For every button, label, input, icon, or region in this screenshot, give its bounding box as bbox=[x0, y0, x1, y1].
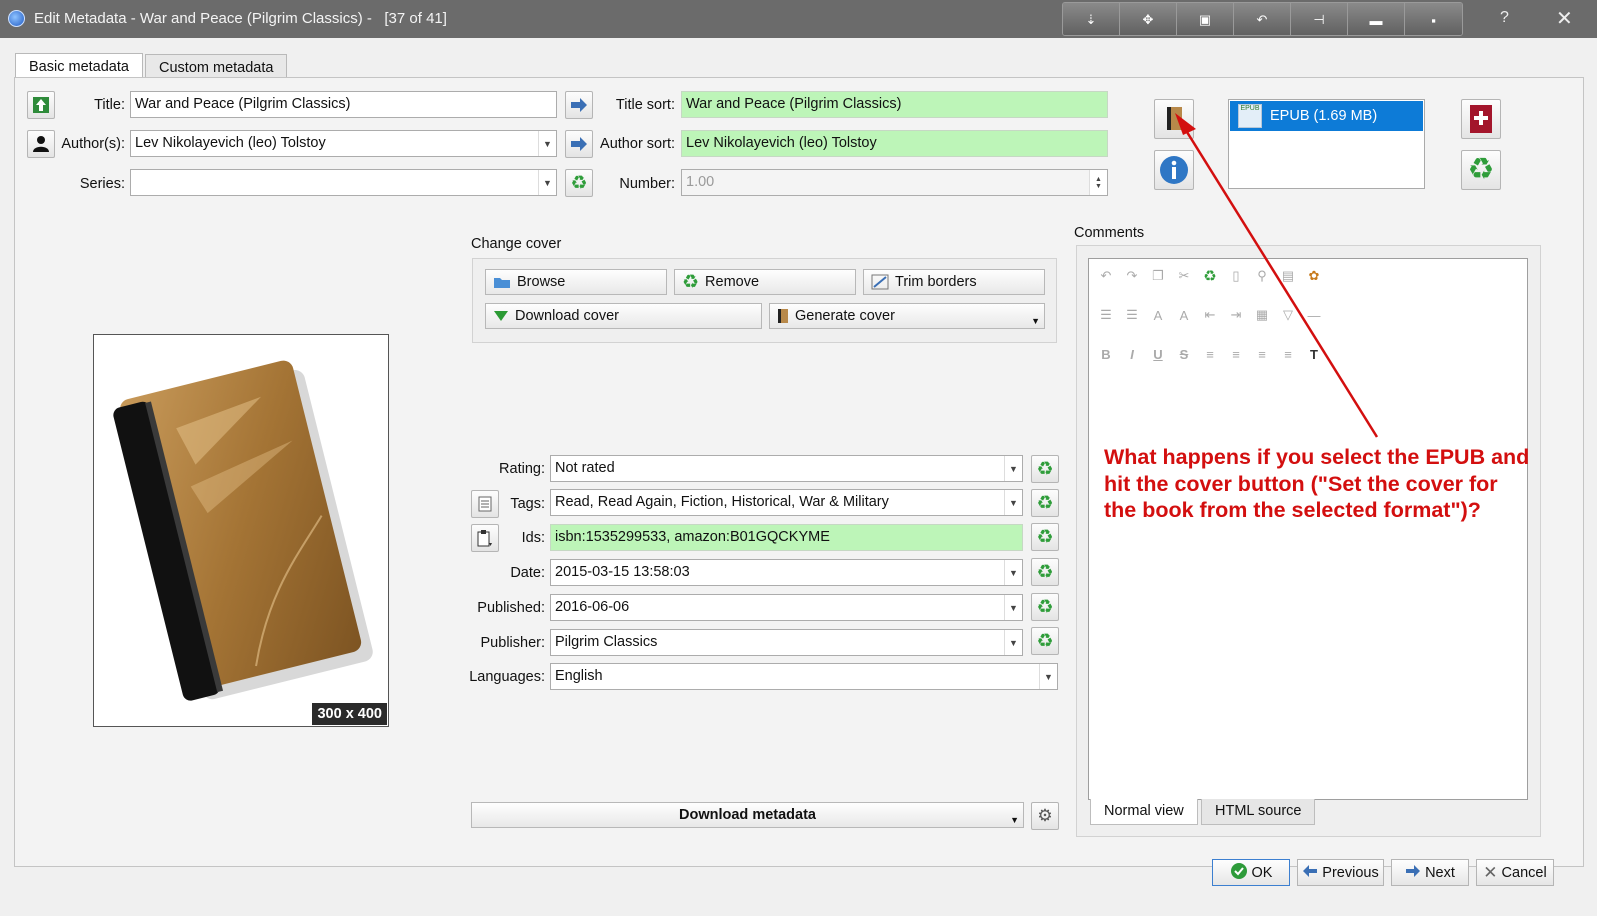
next-button[interactable]: Next bbox=[1391, 859, 1469, 886]
x-icon: ✕ bbox=[1483, 862, 1498, 882]
check-icon bbox=[1230, 862, 1248, 884]
next-label: Next bbox=[1425, 864, 1455, 881]
previous-label: Previous bbox=[1322, 864, 1379, 881]
arrow-right-icon bbox=[1405, 864, 1421, 881]
arrow-left-icon bbox=[1302, 864, 1318, 881]
previous-button[interactable]: Previous bbox=[1297, 859, 1384, 886]
cancel-label: Cancel bbox=[1501, 864, 1547, 881]
annotation-text: What happens if you select the EPUB and … bbox=[1104, 445, 1530, 522]
ok-label: OK bbox=[1251, 864, 1273, 881]
ok-button[interactable]: OK bbox=[1212, 859, 1290, 886]
cancel-button[interactable]: ✕ Cancel bbox=[1476, 859, 1554, 886]
